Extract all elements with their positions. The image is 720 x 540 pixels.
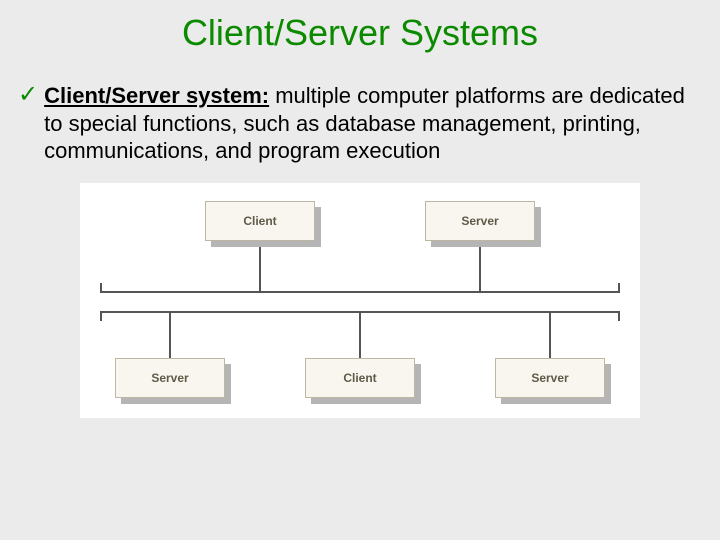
node-server-top: Server (425, 201, 535, 241)
node-client-bottom: Client (305, 358, 415, 398)
connector (549, 311, 551, 358)
node-label: Client (205, 201, 315, 241)
connector (259, 241, 261, 291)
connector (479, 241, 481, 291)
bus-end (100, 311, 102, 321)
node-client-top: Client (205, 201, 315, 241)
definition-term: Client/Server system: (44, 83, 269, 108)
page-title: Client/Server Systems (0, 0, 720, 54)
connector (169, 311, 171, 358)
node-label: Server (495, 358, 605, 398)
bus-end (618, 311, 620, 321)
node-label: Client (305, 358, 415, 398)
node-server-bottom-right: Server (495, 358, 605, 398)
network-diagram: Client Server Server Client Server (80, 183, 640, 418)
bullet-block: ✓ Client/Server system: multiple compute… (0, 54, 720, 183)
bus-end (618, 283, 620, 293)
node-server-bottom-left: Server (115, 358, 225, 398)
bus-line-top (100, 291, 620, 293)
bus-end (100, 283, 102, 293)
checkmark-icon: ✓ (18, 82, 38, 108)
bullet-text: Client/Server system: multiple computer … (44, 82, 700, 165)
node-label: Server (115, 358, 225, 398)
node-label: Server (425, 201, 535, 241)
connector (359, 311, 361, 358)
